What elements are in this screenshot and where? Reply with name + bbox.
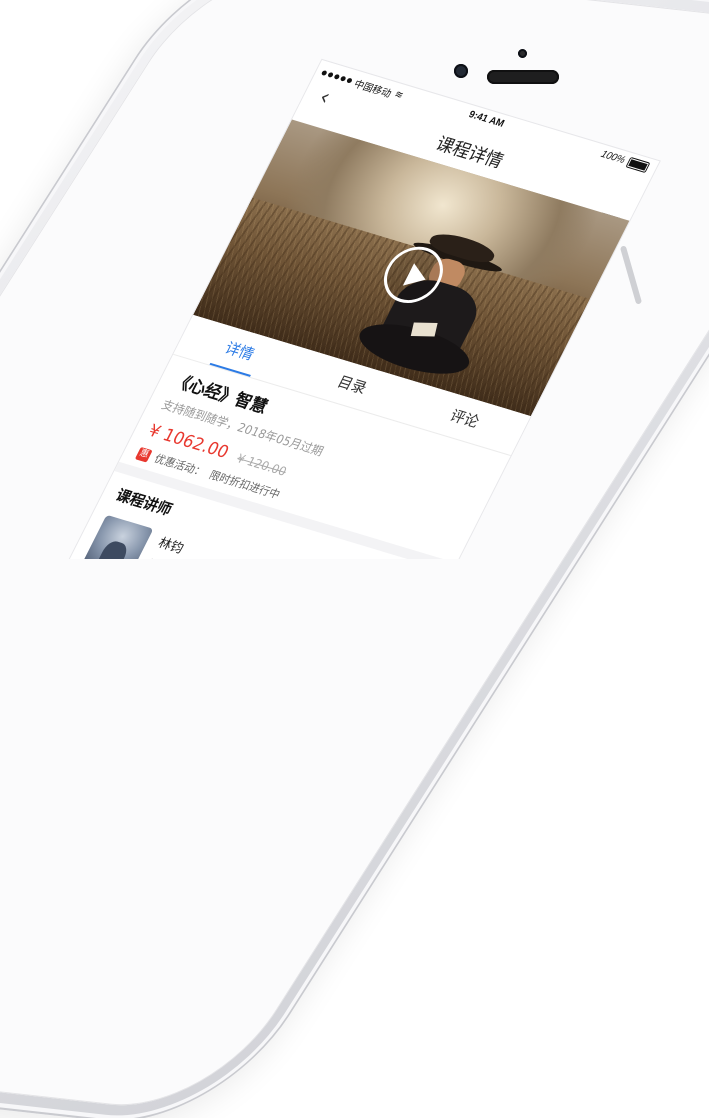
earpiece-speaker: [487, 70, 559, 84]
proximity-sensor: [518, 49, 527, 58]
teacher-text: 林钧 资深讲师: [145, 532, 204, 559]
teacher-name: 林钧: [155, 535, 186, 557]
avatar: [82, 514, 154, 559]
promo-badge-icon: 惠: [135, 446, 153, 463]
front-camera-icon: [454, 64, 468, 78]
battery-percent: 100%: [598, 148, 628, 167]
